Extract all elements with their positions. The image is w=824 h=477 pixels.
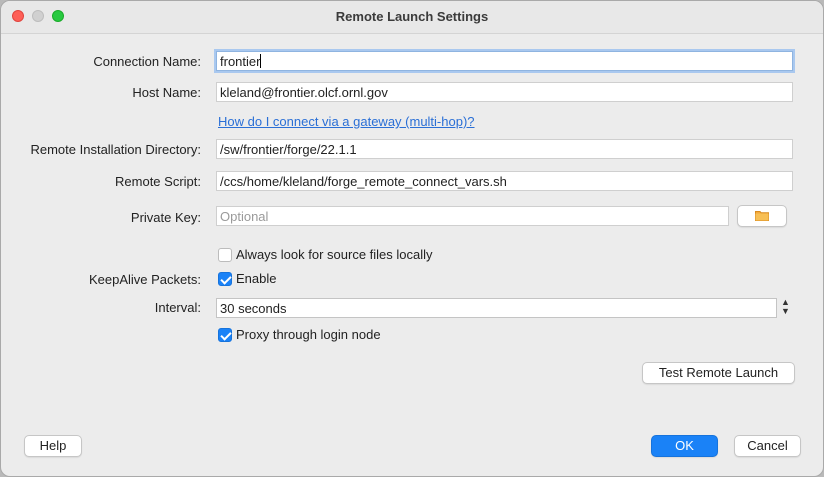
ok-button[interactable]: OK [651, 435, 718, 457]
proxy-label: Proxy through login node [236, 327, 381, 342]
proxy-checkbox[interactable] [218, 328, 232, 342]
install-dir-field[interactable]: /sw/frontier/forge/22.1.1 [216, 139, 793, 159]
window-title: Remote Launch Settings [335, 9, 489, 24]
connection-name-label: Connection Name: [93, 54, 201, 69]
help-button[interactable]: Help [24, 435, 82, 457]
cancel-button[interactable]: Cancel [734, 435, 801, 457]
title-bar: Remote Launch Settings [1, 1, 823, 34]
remote-script-label: Remote Script: [115, 174, 201, 189]
private-key-label: Private Key: [130, 210, 201, 225]
keepalive-option[interactable]: Enable [218, 271, 276, 287]
text-caret [260, 54, 262, 68]
private-key-field[interactable]: Optional [216, 206, 729, 226]
source-local-option[interactable]: Always look for source files locally [218, 247, 433, 263]
source-local-checkbox[interactable] [218, 248, 232, 262]
stepper-down-icon[interactable]: ▼ [779, 307, 792, 316]
proxy-option[interactable]: Proxy through login node [218, 327, 381, 343]
install-dir-label: Remote Installation Directory: [30, 142, 201, 157]
interval-stepper[interactable]: ▲ ▼ [779, 298, 792, 318]
keepalive-enable-label: Enable [236, 271, 277, 286]
folder-icon [755, 208, 769, 223]
connection-name-field[interactable]: frontier [216, 51, 793, 71]
connection-name-value: frontier [220, 54, 261, 69]
remote-launch-settings-window: Remote Launch Settings Connection Name: … [0, 0, 824, 477]
interval-label: Interval: [154, 300, 201, 315]
interval-field[interactable]: 30 seconds [216, 298, 777, 318]
test-remote-launch-button[interactable]: Test Remote Launch [642, 362, 795, 384]
host-name-label: Host Name: [132, 85, 201, 100]
keepalive-label: KeepAlive Packets: [88, 272, 201, 287]
browse-private-key-button[interactable] [737, 205, 787, 227]
host-name-field[interactable]: kleland@frontier.olcf.ornl.gov [216, 82, 793, 102]
gateway-help-link[interactable]: How do I connect via a gateway (multi-ho… [218, 114, 475, 129]
remote-script-field[interactable]: /ccs/home/kleland/forge_remote_connect_v… [216, 171, 793, 191]
keepalive-checkbox[interactable] [218, 272, 232, 286]
source-local-label: Always look for source files locally [236, 247, 433, 262]
